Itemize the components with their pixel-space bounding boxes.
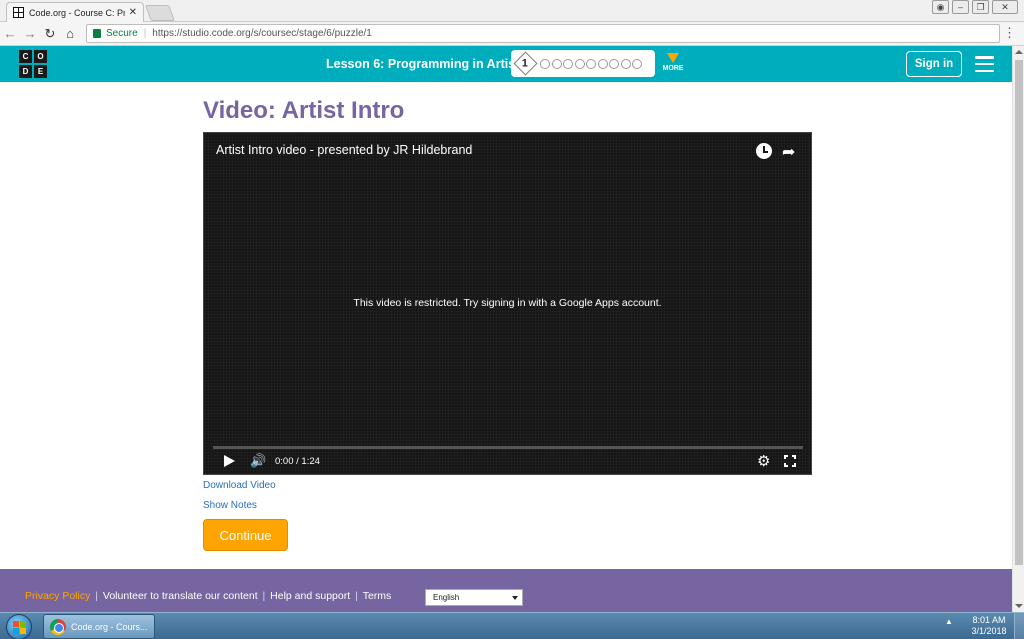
hamburger-icon[interactable] (975, 56, 994, 72)
reload-icon[interactable]: ↻ (40, 24, 60, 44)
download-video-link[interactable]: Download Video (203, 480, 276, 491)
lock-icon (93, 29, 101, 38)
video-title[interactable]: Artist Intro video - presented by JR Hil… (216, 143, 472, 157)
language-select[interactable]: English (425, 589, 523, 606)
window-close-icon[interactable]: ✕ (992, 0, 1018, 14)
scroll-down-icon[interactable] (1015, 604, 1023, 608)
browser-tab[interactable]: Code.org - Course C: Pro ✕ (6, 2, 144, 22)
logo-letter: D (19, 65, 32, 78)
language-value: English (433, 593, 460, 602)
page-title: Video: Artist Intro (203, 97, 405, 124)
footer-divider: | (92, 590, 101, 602)
footer-links: Privacy Policy | Volunteer to translate … (25, 590, 391, 602)
secure-label: Secure (106, 28, 138, 39)
code-logo[interactable]: C O D E (19, 50, 47, 78)
volume-icon[interactable]: 🔊 (250, 453, 266, 469)
puzzle-dot[interactable] (620, 58, 631, 69)
system-clock[interactable]: 8:01 AM 3/1/2018 (966, 615, 1012, 637)
site-header: C O D E Lesson 6: Programming in Artist … (0, 46, 1012, 82)
page-scrollbar[interactable] (1012, 46, 1024, 612)
restore-icon[interactable]: ❐ (972, 0, 989, 14)
new-tab-button[interactable] (145, 5, 175, 21)
taskbar-chrome-item[interactable]: Code.org - Cours... (43, 614, 155, 639)
watch-later-icon[interactable] (756, 143, 772, 159)
puzzle-dot[interactable] (540, 58, 550, 69)
taskbar-item-label: Code.org - Cours... (71, 621, 148, 632)
puzzle-dot[interactable] (597, 58, 608, 69)
clock-date: 3/1/2018 (971, 626, 1007, 636)
puzzle-dot[interactable] (563, 58, 573, 69)
tab-title: Code.org - Course C: Pro (29, 7, 125, 18)
browser-toolbar: ← → ↻ ⌂ Secure | https://studio.code.org… (0, 22, 1024, 46)
chevron-down-icon (512, 596, 518, 600)
puzzle-dot[interactable] (632, 58, 642, 69)
puzzle-dot[interactable] (551, 58, 562, 69)
start-button[interactable] (6, 614, 32, 639)
privacy-policy-link[interactable]: Privacy Policy (25, 590, 90, 602)
forward-arrow-icon[interactable]: → (20, 24, 40, 44)
volunteer-link[interactable]: Volunteer to translate our content (103, 590, 258, 602)
puzzle-dot[interactable] (609, 58, 619, 69)
continue-button[interactable]: Continue (203, 519, 288, 551)
more-label: MORE (662, 65, 684, 72)
more-arrow-icon (667, 53, 679, 63)
browser-menu-icon[interactable]: ⋮ (1003, 26, 1016, 40)
video-restricted-message: This video is restricted. Try signing in… (353, 297, 662, 309)
scroll-up-icon[interactable] (1015, 50, 1023, 54)
share-icon[interactable]: ➦ (782, 142, 795, 162)
address-bar[interactable]: Secure | https://studio.code.org/s/cours… (86, 24, 1000, 43)
video-time: 0:00 / 1:24 (275, 456, 320, 467)
chrome-icon (50, 618, 66, 635)
puzzle-number: 1 (522, 57, 529, 70)
back-arrow-icon[interactable]: ← (0, 24, 20, 44)
lesson-title[interactable]: Lesson 6: Programming in Artist (326, 57, 519, 71)
sign-in-button[interactable]: Sign in (906, 51, 962, 77)
fullscreen-icon[interactable] (784, 455, 796, 467)
user-icon[interactable]: ◉ (932, 0, 949, 14)
site-footer: Privacy Policy | Volunteer to translate … (0, 569, 1012, 612)
video-player[interactable]: Artist Intro video - presented by JR Hil… (203, 132, 812, 475)
footer-divider: | (259, 590, 269, 602)
puzzle-dot[interactable] (586, 58, 596, 69)
logo-letter: C (19, 50, 32, 63)
show-desktop-button[interactable] (1014, 613, 1024, 639)
logo-letter: O (34, 50, 47, 63)
more-button[interactable]: MORE (660, 53, 686, 72)
gear-icon[interactable]: ⚙ (757, 452, 770, 470)
browser-tabstrip: Code.org - Course C: Pro ✕ ◉ – ❐ ✕ (0, 0, 1024, 22)
logo-letter: E (34, 65, 47, 78)
play-icon[interactable] (224, 455, 235, 467)
url-separator: | (143, 28, 147, 39)
clock-time: 8:01 AM (972, 615, 1006, 625)
video-progress-bar[interactable] (213, 446, 803, 449)
help-support-link[interactable]: Help and support (270, 590, 350, 602)
url-text: https://studio.code.org/s/coursec/stage/… (152, 28, 372, 39)
puzzle-progress: 1 (511, 50, 655, 77)
show-notes-link[interactable]: Show Notes (203, 500, 257, 511)
windows-taskbar: Code.org - Cours... ▲ 8:01 AM 3/1/2018 (0, 612, 1024, 639)
minimize-icon[interactable]: – (952, 0, 969, 14)
puzzle-diamond-current[interactable]: 1 (513, 51, 538, 76)
codeorg-favicon-icon (13, 7, 24, 18)
tab-close-icon[interactable]: ✕ (129, 7, 137, 18)
tray-expand-icon[interactable]: ▲ (945, 617, 953, 626)
footer-divider: | (352, 590, 361, 602)
scroll-thumb[interactable] (1015, 60, 1023, 565)
puzzle-dot[interactable] (574, 58, 585, 69)
home-icon[interactable]: ⌂ (60, 24, 80, 44)
terms-link[interactable]: Terms (363, 590, 392, 602)
window-controls: ◉ – ❐ ✕ (932, 0, 1018, 14)
